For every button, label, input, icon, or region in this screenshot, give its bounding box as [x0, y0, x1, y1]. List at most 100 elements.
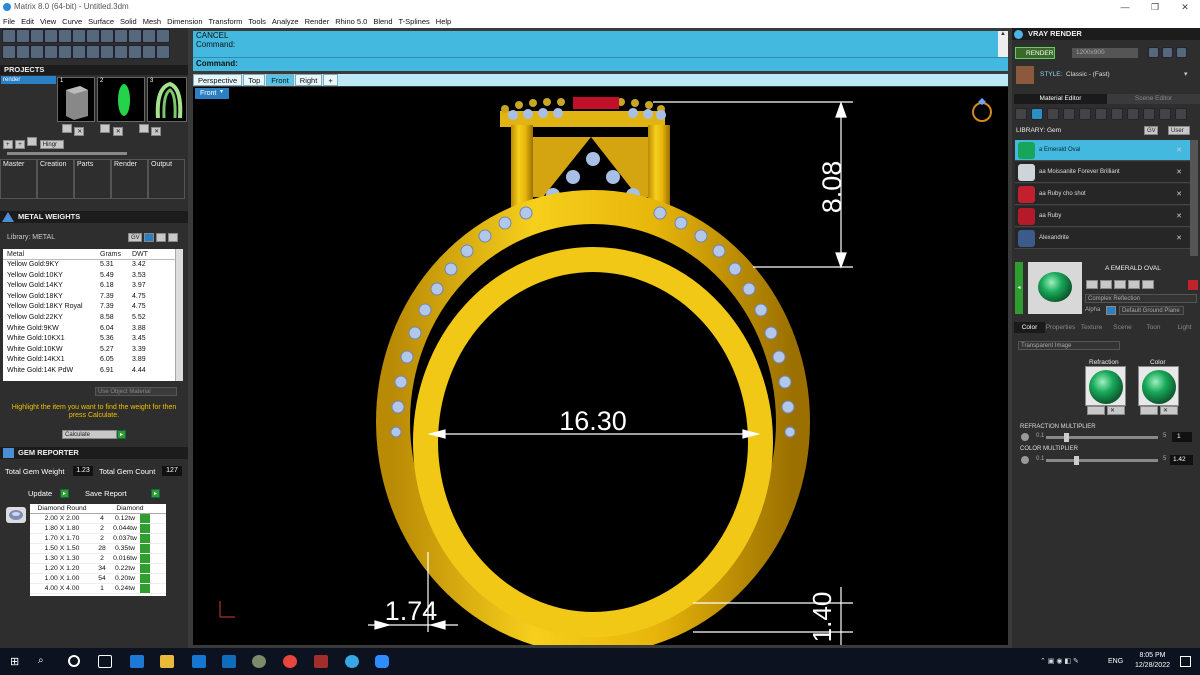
- row-action-button[interactable]: [140, 524, 150, 533]
- close-icon[interactable]: ✕: [1107, 406, 1125, 415]
- alpha-toggle[interactable]: [1106, 306, 1116, 315]
- tool-icon[interactable]: [1114, 280, 1126, 289]
- tool-icon[interactable]: [156, 45, 170, 59]
- ring-view-icon[interactable]: [970, 96, 994, 124]
- tool-icon[interactable]: [142, 29, 156, 43]
- minimize-button[interactable]: —: [1110, 0, 1140, 14]
- table-row[interactable]: White Gold:14KX1 6.05 3.89: [3, 355, 175, 366]
- tab-creation[interactable]: Creation: [37, 159, 74, 199]
- tool-icon[interactable]: [1063, 108, 1075, 120]
- delete-icon[interactable]: [1188, 280, 1198, 290]
- row-action-button[interactable]: [140, 584, 150, 593]
- tool-icon[interactable]: [58, 45, 72, 59]
- table-row[interactable]: 1.70 X 1.70 2 0.037tw: [30, 534, 166, 544]
- project-thumb-1[interactable]: 1: [57, 77, 95, 122]
- color-swatch[interactable]: [1138, 366, 1179, 406]
- windows-icon[interactable]: ⊞: [10, 655, 24, 668]
- tool-icon[interactable]: [16, 45, 30, 59]
- clock[interactable]: 8:05 PM 12/28/2022: [1135, 651, 1170, 671]
- tab-right[interactable]: Right: [294, 74, 323, 86]
- table-row[interactable]: White Gold:9KW 6.04 3.88: [3, 324, 175, 335]
- tab-render[interactable]: Render: [111, 159, 148, 199]
- menu-file[interactable]: File: [3, 17, 15, 26]
- material-scrollbar[interactable]: [1190, 140, 1198, 256]
- color-slider[interactable]: [1046, 459, 1158, 462]
- save-report-label[interactable]: Save Report: [85, 489, 127, 498]
- material-item[interactable]: aa Ruby cho shot ✕: [1015, 184, 1190, 205]
- drop-icon[interactable]: [1015, 108, 1027, 120]
- ground-dropdown[interactable]: Default Ground Plane: [1119, 306, 1184, 315]
- menu-surface[interactable]: Surface: [88, 17, 114, 26]
- tool-icon[interactable]: [86, 29, 100, 43]
- gem-library-dropdown[interactable]: GV: [1144, 126, 1158, 135]
- gear-icon[interactable]: [1021, 456, 1029, 464]
- project-thumb-3[interactable]: 3: [147, 77, 187, 122]
- row-action-button[interactable]: [140, 564, 150, 573]
- render-button[interactable]: RENDER: [1015, 47, 1055, 59]
- close-icon[interactable]: [168, 233, 178, 242]
- menu-tsplines[interactable]: T-Splines: [399, 17, 430, 26]
- search-icon[interactable]: [16, 29, 30, 43]
- close-icon[interactable]: ✕: [1176, 206, 1182, 227]
- chevron-down-icon[interactable]: ▾: [220, 88, 228, 99]
- tool-icon[interactable]: [1095, 108, 1107, 120]
- use-object-material[interactable]: Use Object Material: [95, 387, 177, 396]
- menu-rhino[interactable]: Rhino 5.0: [335, 17, 367, 26]
- gear-icon[interactable]: [1021, 433, 1029, 441]
- lock-icon[interactable]: [62, 124, 72, 133]
- table-row[interactable]: 1.50 X 1.50 28 0.35tw: [30, 544, 166, 554]
- menu-curve[interactable]: Curve: [62, 17, 82, 26]
- eye-icon[interactable]: [1140, 406, 1158, 415]
- lock-icon[interactable]: [100, 124, 111, 133]
- refraction-swatch[interactable]: [1085, 366, 1126, 406]
- tool-icon[interactable]: [1159, 108, 1171, 120]
- tool-icon[interactable]: [1079, 108, 1091, 120]
- tool-icon[interactable]: [1047, 108, 1059, 120]
- zoom-icon[interactable]: [375, 655, 389, 668]
- user-button[interactable]: User: [1168, 126, 1190, 135]
- tool-icon[interactable]: [100, 45, 114, 59]
- task-view-icon[interactable]: [98, 655, 112, 668]
- tool-icon[interactable]: [30, 45, 44, 59]
- material-item[interactable]: a Emerald Oval ✕: [1015, 140, 1190, 161]
- tab-scene-editor[interactable]: Scene Editor: [1107, 94, 1200, 104]
- close-button[interactable]: ✕: [1170, 0, 1200, 14]
- tool-icon[interactable]: [128, 45, 142, 59]
- menu-transform[interactable]: Transform: [209, 17, 243, 26]
- tab-scene[interactable]: Scene: [1107, 322, 1138, 333]
- row-action-button[interactable]: [140, 574, 150, 583]
- material-item[interactable]: aa Moissanite Forever Brilliant ✕: [1015, 162, 1190, 183]
- tab-toon[interactable]: Toon: [1138, 322, 1169, 333]
- tool-icon[interactable]: [72, 45, 86, 59]
- maximize-button[interactable]: ❐: [1140, 0, 1170, 14]
- close-icon[interactable]: ✕: [1176, 162, 1182, 183]
- material-item[interactable]: Alexandrite ✕: [1015, 228, 1190, 249]
- eye-icon[interactable]: [1087, 406, 1105, 415]
- tool-icon[interactable]: [58, 29, 72, 43]
- table-row[interactable]: Yellow Gold:18KY Royal 7.39 4.75: [3, 302, 175, 313]
- gem-tool-icon[interactable]: [1031, 108, 1043, 120]
- material-item[interactable]: aa Ruby ✕: [1015, 206, 1190, 227]
- tab-color[interactable]: Color: [1014, 322, 1045, 333]
- table-row[interactable]: White Gold:14K PdW 6.91 4.44: [3, 366, 175, 377]
- tab-output[interactable]: Output: [148, 159, 185, 199]
- tool-icon[interactable]: [156, 29, 170, 43]
- save-report-button[interactable]: ▸: [151, 489, 160, 498]
- folder-icon[interactable]: [1148, 47, 1159, 58]
- tab-texture[interactable]: Texture: [1076, 322, 1107, 333]
- add-project-button[interactable]: +: [3, 140, 13, 149]
- tool-icon[interactable]: [100, 29, 114, 43]
- menu-dimension[interactable]: Dimension: [167, 17, 202, 26]
- menu-render[interactable]: Render: [305, 17, 330, 26]
- hingr-button[interactable]: Hingr: [39, 140, 64, 149]
- reflection-dropdown[interactable]: Complex Reflection: [1085, 294, 1197, 303]
- edge-icon[interactable]: [130, 655, 144, 668]
- close-icon[interactable]: ✕: [1160, 406, 1178, 415]
- project-thumb-2[interactable]: 2: [97, 77, 145, 122]
- app-icon[interactable]: [314, 655, 328, 668]
- project-scrollbar[interactable]: [7, 152, 127, 156]
- tool-icon[interactable]: [1127, 108, 1139, 120]
- tool-icon[interactable]: [1143, 108, 1155, 120]
- tool-icon[interactable]: [114, 45, 128, 59]
- list-icon[interactable]: [156, 233, 166, 242]
